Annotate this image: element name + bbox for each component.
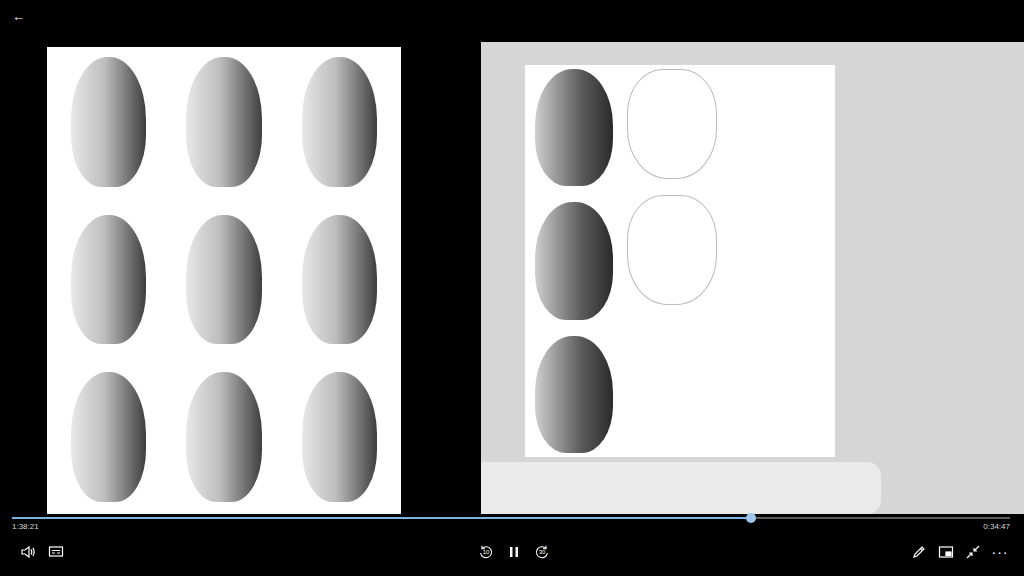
seek-thumb[interactable] xyxy=(746,513,756,523)
forward-seconds: 30 xyxy=(530,549,554,555)
top-bar: ← xyxy=(0,0,1024,42)
back-button[interactable]: ← xyxy=(8,8,29,25)
forward-button[interactable]: 30 xyxy=(530,540,554,564)
pause-icon xyxy=(506,544,522,560)
drawing-canvas xyxy=(525,65,835,457)
remaining-time: 0:34:47 xyxy=(983,522,1010,532)
video-player: ← 1:38:21 0:34:47 xyxy=(0,0,1024,576)
exit-fullscreen-icon[interactable] xyxy=(961,540,985,564)
volume-icon[interactable] xyxy=(16,540,40,564)
picture-in-picture-icon[interactable] xyxy=(934,540,958,564)
drawing-app xyxy=(481,42,1024,514)
pen-icon[interactable] xyxy=(907,540,931,564)
seek-fill xyxy=(12,517,751,519)
video-frame[interactable] xyxy=(0,42,1024,514)
play-pause-button[interactable] xyxy=(502,540,526,564)
app-toolbar xyxy=(481,462,881,514)
seek-bar[interactable] xyxy=(0,514,1024,522)
rewind-button[interactable]: 10 xyxy=(474,540,498,564)
seek-track[interactable] xyxy=(12,517,1010,519)
playback-controls: 10 30 xyxy=(474,540,554,564)
control-bar: 10 30 ··· xyxy=(0,532,1024,576)
elapsed-time: 1:38:21 xyxy=(12,522,39,532)
subtitles-icon[interactable] xyxy=(44,540,68,564)
time-row: 1:38:21 0:34:47 xyxy=(0,522,1024,532)
reference-sheet xyxy=(47,47,401,514)
more-button[interactable]: ··· xyxy=(988,540,1012,564)
rewind-seconds: 10 xyxy=(474,549,498,555)
